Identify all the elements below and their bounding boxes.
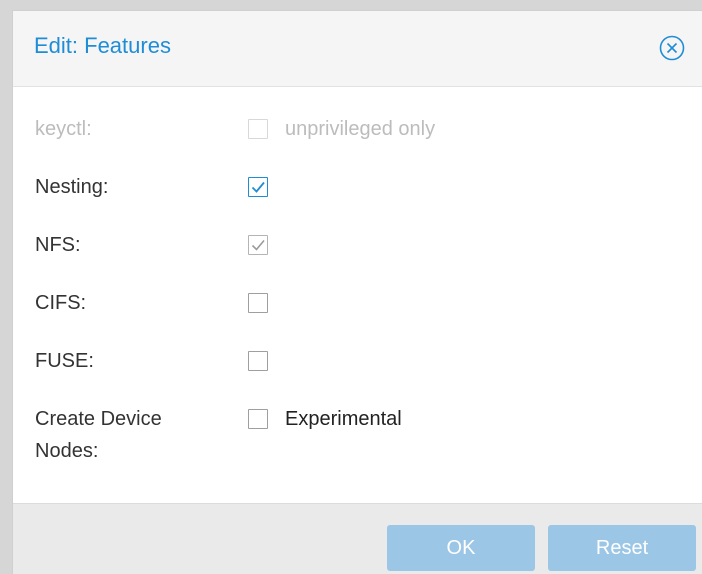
checkmark-icon xyxy=(251,239,265,251)
cifs-checkbox[interactable] xyxy=(248,293,268,313)
create-device-nodes-row: Create Device Nodes: Experimental xyxy=(13,404,702,468)
create-device-nodes-checkbox[interactable] xyxy=(248,409,268,429)
edit-features-dialog: Edit: Features keyctl: unprivileged only… xyxy=(12,10,702,574)
keyctl-checkbox xyxy=(248,119,268,139)
fuse-row: FUSE: xyxy=(13,346,702,376)
keyctl-label: keyctl: xyxy=(35,118,92,140)
reset-button[interactable]: Reset xyxy=(548,525,696,571)
dialog-footer: OK Reset xyxy=(13,503,702,574)
fuse-label: FUSE: xyxy=(35,350,94,372)
cifs-label: CIFS: xyxy=(35,292,87,314)
keyctl-checkbox-label: unprivileged only xyxy=(285,118,436,140)
nesting-row: Nesting: xyxy=(13,172,702,202)
experimental-checkbox-label: Experimental xyxy=(285,408,402,430)
nesting-label: Nesting: xyxy=(35,176,109,198)
dialog-title: Edit: Features xyxy=(34,33,171,58)
nesting-checkbox[interactable] xyxy=(248,177,268,197)
keyctl-row: keyctl: unprivileged only xyxy=(13,114,702,144)
nfs-row: NFS: xyxy=(13,230,702,260)
fuse-checkbox[interactable] xyxy=(248,351,268,371)
checkmark-icon xyxy=(251,181,265,193)
close-icon[interactable] xyxy=(657,33,687,63)
nfs-label: NFS: xyxy=(35,234,81,256)
ok-button[interactable]: OK xyxy=(387,525,535,571)
dialog-header: Edit: Features xyxy=(13,11,702,87)
create-device-nodes-label-line1: Create Device xyxy=(35,408,162,430)
cifs-row: CIFS: xyxy=(13,288,702,318)
nfs-checkbox[interactable] xyxy=(248,235,268,255)
create-device-nodes-label-line2: Nodes: xyxy=(35,440,99,462)
